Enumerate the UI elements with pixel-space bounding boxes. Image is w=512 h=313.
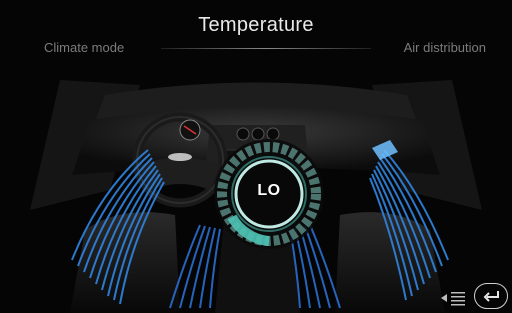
tab-climate-mode[interactable]: Climate mode — [44, 40, 124, 55]
header-divider — [161, 48, 371, 49]
page-title: Temperature — [198, 14, 314, 36]
tab-air-distribution[interactable]: Air distribution — [404, 40, 486, 55]
back-button[interactable] — [474, 283, 508, 309]
list-icon[interactable] — [439, 290, 467, 306]
climate-screen: Temperature Climate mode Air distributio… — [0, 0, 512, 313]
temperature-value: LO — [257, 182, 281, 199]
back-icon — [483, 291, 499, 302]
